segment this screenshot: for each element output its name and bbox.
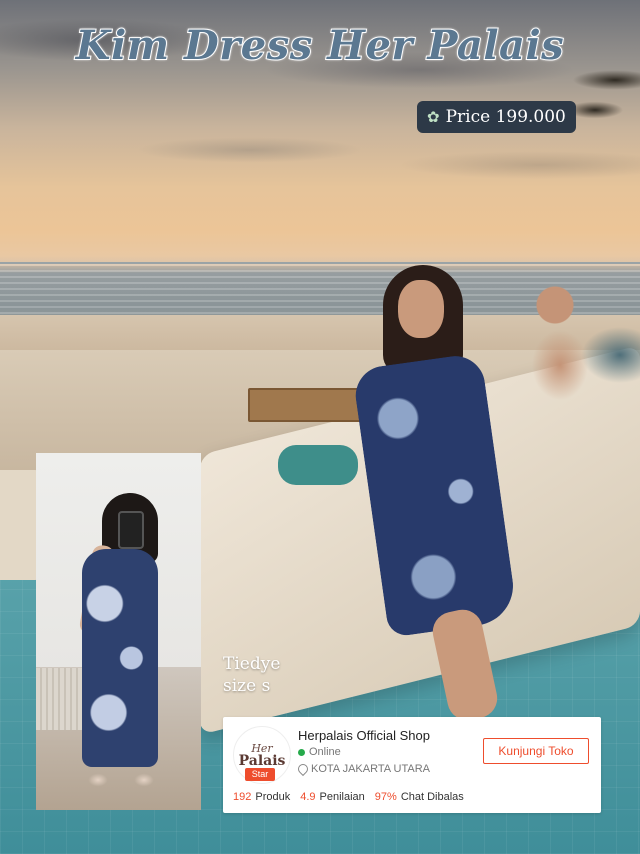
wooden-tray-table [248,388,367,422]
caption-pattern: Tiedye [223,654,281,674]
online-dot-icon [298,748,305,756]
model-face [398,280,444,338]
shop-stats: 192 Produk 4.9 Penilaian 97% Chat Dibalas [233,791,464,803]
flower-icon: ✿ [427,108,440,126]
shop-location: KOTA JAKARTA UTARA [295,761,430,777]
caption-size: size s [223,676,271,696]
inset-mirror-photo [36,453,201,810]
rolled-towel [278,445,358,485]
caption: Tiedye size s [223,653,280,697]
price-text: Price 199.000 [445,107,566,127]
logo-palais: Palais [238,752,286,769]
photo-scene: Kim Dress Her Palais ✿ Price 199.000 Tie… [0,0,640,854]
inset-model-feet [78,771,164,789]
radiator [36,668,88,730]
inset-model-dress [82,549,158,767]
phone [118,511,144,549]
logo-her: Her [251,741,273,755]
stat-products: 192 Produk [233,791,291,803]
status-text: Online [309,746,341,758]
location-text: KOTA JAKARTA UTARA [311,763,430,775]
location-pin-icon [295,761,311,777]
visit-shop-button[interactable]: Kunjungi Toko [483,738,589,764]
price-tag: ✿ Price 199.000 [417,101,576,133]
background-people [510,285,640,415]
shop-name[interactable]: Herpalais Official Shop [298,728,430,743]
shop-card[interactable]: Her Palais Star Herpalais Official Shop … [223,717,601,813]
star-badge: Star [245,768,275,781]
stat-rating: 4.9 Penilaian [300,791,365,803]
shop-status: Online [298,746,341,758]
page-title: Kim Dress Her Palais [75,21,565,70]
stat-chat-reply: 97% Chat Dibalas [374,791,464,803]
